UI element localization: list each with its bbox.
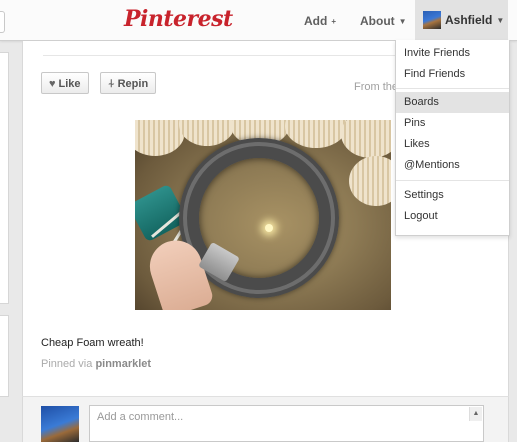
menu-item-find-friends[interactable]: Find Friends <box>396 64 509 85</box>
comment-placeholder: Add a comment... <box>97 411 184 423</box>
add-menu[interactable]: Add + <box>304 14 336 28</box>
scroll-up-arrow[interactable]: ▲ <box>469 407 482 421</box>
cupcake-liner <box>179 120 235 146</box>
pin-caption: Cheap Foam wreath! <box>41 337 144 349</box>
add-label: Add <box>304 14 328 28</box>
menu-item-boards[interactable]: Boards <box>396 92 509 113</box>
about-label: About <box>360 14 395 28</box>
like-label: Like <box>58 78 81 90</box>
chevron-down-icon: ▼ <box>496 16 505 25</box>
menu-item-mentions[interactable]: @Mentions <box>396 155 509 176</box>
cupcake-liner <box>135 120 185 156</box>
pushpin-icon: ⍭ <box>108 78 115 90</box>
pinned-via-source[interactable]: pinmarklet <box>95 358 151 370</box>
heart-icon: ♥ <box>49 78 56 90</box>
comment-section: Add a comment... ▲ <box>22 396 509 442</box>
left-column-card <box>0 315 9 397</box>
cupcake-liner <box>349 156 391 206</box>
menu-divider <box>396 180 509 181</box>
menu-divider <box>396 88 509 89</box>
repin-label: Repin <box>117 78 149 90</box>
avatar <box>423 11 441 29</box>
like-button[interactable]: ♥ Like <box>41 72 89 94</box>
menu-item-settings[interactable]: Settings <box>396 185 509 206</box>
cupcake-liner <box>285 120 347 148</box>
left-column-card <box>0 52 9 304</box>
repin-button[interactable]: ⍭ Repin <box>100 72 157 94</box>
user-name: Ashfield <box>445 13 493 27</box>
user-menu[interactable]: Ashfield ▼ <box>415 0 508 40</box>
comment-input[interactable]: Add a comment... ▲ <box>89 405 484 442</box>
chevron-down-icon: ▼ <box>398 17 407 26</box>
menu-item-likes[interactable]: Likes <box>396 134 509 155</box>
avatar <box>41 406 79 442</box>
plus-icon: + <box>331 17 336 26</box>
search-input[interactable] <box>0 11 5 33</box>
wreath-highlight <box>183 142 335 294</box>
cupcake-liner <box>341 120 391 158</box>
top-navigation-bar: Pinterest Add + About ▼ Ashfield ▼ <box>0 0 517 41</box>
menu-item-pins[interactable]: Pins <box>396 113 509 134</box>
about-menu[interactable]: About ▼ <box>360 14 407 28</box>
menu-item-invite-friends[interactable]: Invite Friends <box>396 43 509 64</box>
pinned-via-prefix: Pinned via <box>41 358 93 370</box>
pinterest-logo[interactable]: Pinterest <box>124 6 233 32</box>
user-dropdown-menu: Invite Friends Find Friends Boards Pins … <box>395 40 510 236</box>
menu-item-logout[interactable]: Logout <box>396 206 509 227</box>
pinned-via: Pinned via pinmarklet <box>41 358 151 370</box>
pin-image[interactable] <box>135 120 391 310</box>
source-link[interactable]: From the <box>354 81 398 93</box>
